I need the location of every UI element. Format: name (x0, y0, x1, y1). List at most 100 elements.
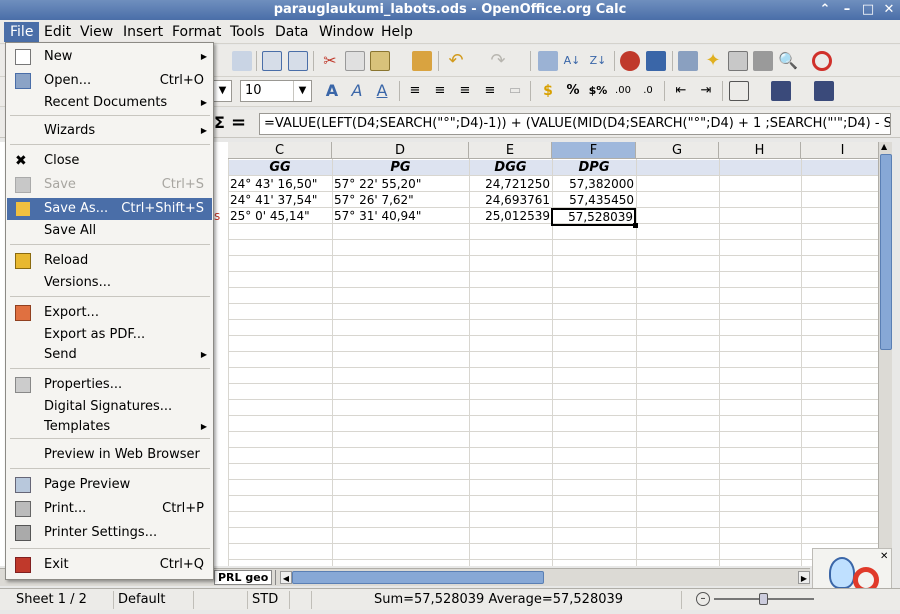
decrease-indent-icon[interactable]: ⇤ (671, 81, 691, 101)
menu-item-send[interactable]: Send ▶ (7, 344, 212, 366)
datasources-icon[interactable] (753, 51, 773, 71)
cell-b4-partial[interactable]: s (212, 208, 228, 224)
menu-item-page-preview[interactable]: Page Preview (7, 474, 212, 496)
tab-splitter[interactable] (272, 570, 276, 585)
close-icon[interactable]: ✕ (880, 551, 888, 562)
percent-icon[interactable]: % (563, 81, 583, 101)
menu-insert[interactable]: Insert (117, 22, 169, 42)
zoom-out-icon[interactable]: – (696, 592, 710, 606)
menu-window[interactable]: Window (313, 22, 380, 42)
menu-format[interactable]: Format (166, 22, 227, 42)
minimize-icon[interactable]: – (838, 2, 856, 18)
bold-icon[interactable]: A (322, 81, 342, 101)
menu-view[interactable]: View (74, 22, 119, 42)
cell-d4[interactable]: 57° 31' 40,94" (332, 208, 469, 224)
column-header-h[interactable]: H (719, 142, 801, 159)
cell-d1[interactable]: PG (332, 160, 469, 176)
sort-descending-icon[interactable]: Z↓ (588, 51, 608, 71)
column-header-i[interactable]: I (801, 142, 878, 159)
maximize-icon[interactable]: □ (859, 2, 877, 18)
column-header-d[interactable]: D (332, 142, 469, 159)
formula-input[interactable]: =VALUE(LEFT(D4;SEARCH("°";D4)-1)) + (VAL… (259, 113, 891, 135)
vertical-scrollbar[interactable]: ▲ (878, 142, 892, 566)
menu-item-templates[interactable]: Templates ▶ (7, 416, 212, 438)
status-selection-mode[interactable]: STD (248, 591, 290, 609)
undo-icon[interactable]: ↶ (446, 51, 466, 71)
font-name-combo[interactable]: ▼ (213, 80, 232, 102)
column-header-g[interactable]: G (636, 142, 719, 159)
menu-item-save[interactable]: Save Ctrl+S (7, 174, 212, 196)
menu-help[interactable]: Help (375, 22, 419, 42)
cell-d2[interactable]: 57° 22' 55,20" (332, 176, 469, 192)
menu-item-preview-in-web-browser[interactable]: Preview in Web Browser (7, 444, 212, 466)
menu-edit[interactable]: Edit (38, 22, 77, 42)
close-icon[interactable]: ✕ (880, 2, 898, 18)
cell-f1[interactable]: DPG (552, 160, 636, 176)
spellcheck-icon[interactable] (262, 51, 282, 71)
status-zoom[interactable] (194, 591, 248, 609)
menu-file[interactable]: File (4, 22, 40, 42)
vertical-scroll-thumb[interactable] (880, 154, 892, 350)
hyperlink-icon[interactable] (538, 51, 558, 71)
cell-c1[interactable]: GG (228, 160, 332, 176)
menu-item-export-as-pdf[interactable]: Export as PDF... (7, 324, 212, 346)
delete-decimal-icon[interactable]: .0 (638, 81, 658, 101)
menu-item-save-as[interactable]: Save As... Ctrl+Shift+S (7, 198, 212, 220)
scroll-right-icon[interactable]: ▶ (798, 571, 810, 584)
currency-icon[interactable]: $ (538, 81, 558, 101)
menu-item-reload[interactable]: Reload (7, 250, 212, 272)
menu-item-close[interactable]: ✖ Close (7, 150, 212, 172)
menu-item-open[interactable]: Open... Ctrl+O (7, 70, 212, 92)
autospellcheck-icon[interactable] (288, 51, 308, 71)
zoom-slider-thumb[interactable] (759, 593, 768, 605)
status-page-style[interactable]: Default (114, 591, 194, 609)
function-sum-icon[interactable]: Σ (214, 113, 225, 132)
cell-f2[interactable]: 57,382000 (552, 176, 636, 192)
menu-tools[interactable]: Tools (224, 22, 271, 42)
align-right-icon[interactable]: ≡ (455, 81, 475, 101)
menu-item-wizards[interactable]: Wizards ▶ (7, 120, 212, 142)
menu-item-printer-settings[interactable]: Printer Settings... (7, 522, 212, 544)
add-decimal-icon[interactable]: .00 (613, 81, 633, 101)
copy-icon[interactable] (345, 51, 365, 71)
chart-icon[interactable] (620, 51, 640, 71)
cell-c2[interactable]: 24° 43' 16,50" (228, 176, 332, 192)
align-center-icon[interactable]: ≡ (430, 81, 450, 101)
menu-item-recent-documents[interactable]: Recent Documents ▶ (7, 92, 212, 114)
horizontal-scroll-thumb[interactable] (292, 571, 544, 584)
cell-e3[interactable]: 24,693761 (469, 192, 552, 208)
column-header-c[interactable]: C (228, 142, 332, 159)
navigator-icon[interactable]: ✦ (703, 51, 723, 71)
preview-icon[interactable] (232, 51, 252, 71)
menu-item-digital-signatures[interactable]: Digital Signatures... (7, 396, 212, 418)
cell-e1[interactable]: DGG (469, 160, 552, 176)
font-size-combo[interactable]: 10 ▼ (240, 80, 312, 102)
column-header-f[interactable]: F (552, 142, 636, 159)
show-draw-icon[interactable] (678, 51, 698, 71)
font-color-icon[interactable] (814, 81, 834, 101)
cell-e2[interactable]: 24,721250 (469, 176, 552, 192)
cell-d3[interactable]: 57° 26' 7,62" (332, 192, 469, 208)
menu-data[interactable]: Data (269, 22, 314, 42)
gallery-icon[interactable] (728, 51, 748, 71)
shade-icon[interactable]: ⌃ (816, 2, 834, 18)
pivot-table-icon[interactable] (646, 51, 666, 71)
menu-item-save-all[interactable]: Save All (7, 220, 212, 242)
italic-icon[interactable]: A (347, 81, 367, 101)
cut-icon[interactable]: ✂ (320, 51, 340, 71)
scroll-left-icon[interactable]: ◀ (280, 571, 292, 584)
scroll-up-icon[interactable]: ▲ (881, 142, 887, 151)
sort-ascending-icon[interactable]: A↓ (562, 51, 582, 71)
menu-item-exit[interactable]: Exit Ctrl+Q (7, 554, 212, 576)
align-left-icon[interactable]: ≡ (405, 81, 425, 101)
redo-icon[interactable]: ↷ (488, 51, 508, 71)
menu-item-print[interactable]: Print... Ctrl+P (7, 498, 212, 520)
justify-icon[interactable]: ≡ (480, 81, 500, 101)
menu-item-export[interactable]: Export... (7, 302, 212, 324)
menu-item-properties[interactable]: Properties... (7, 374, 212, 396)
menu-item-new[interactable]: New ▶ (7, 46, 212, 68)
cell-c3[interactable]: 24° 41' 37,54" (228, 192, 332, 208)
column-header-e[interactable]: E (469, 142, 552, 159)
cell-f3[interactable]: 57,435450 (552, 192, 636, 208)
sheet-tab-active[interactable]: PRL geo (214, 570, 272, 585)
